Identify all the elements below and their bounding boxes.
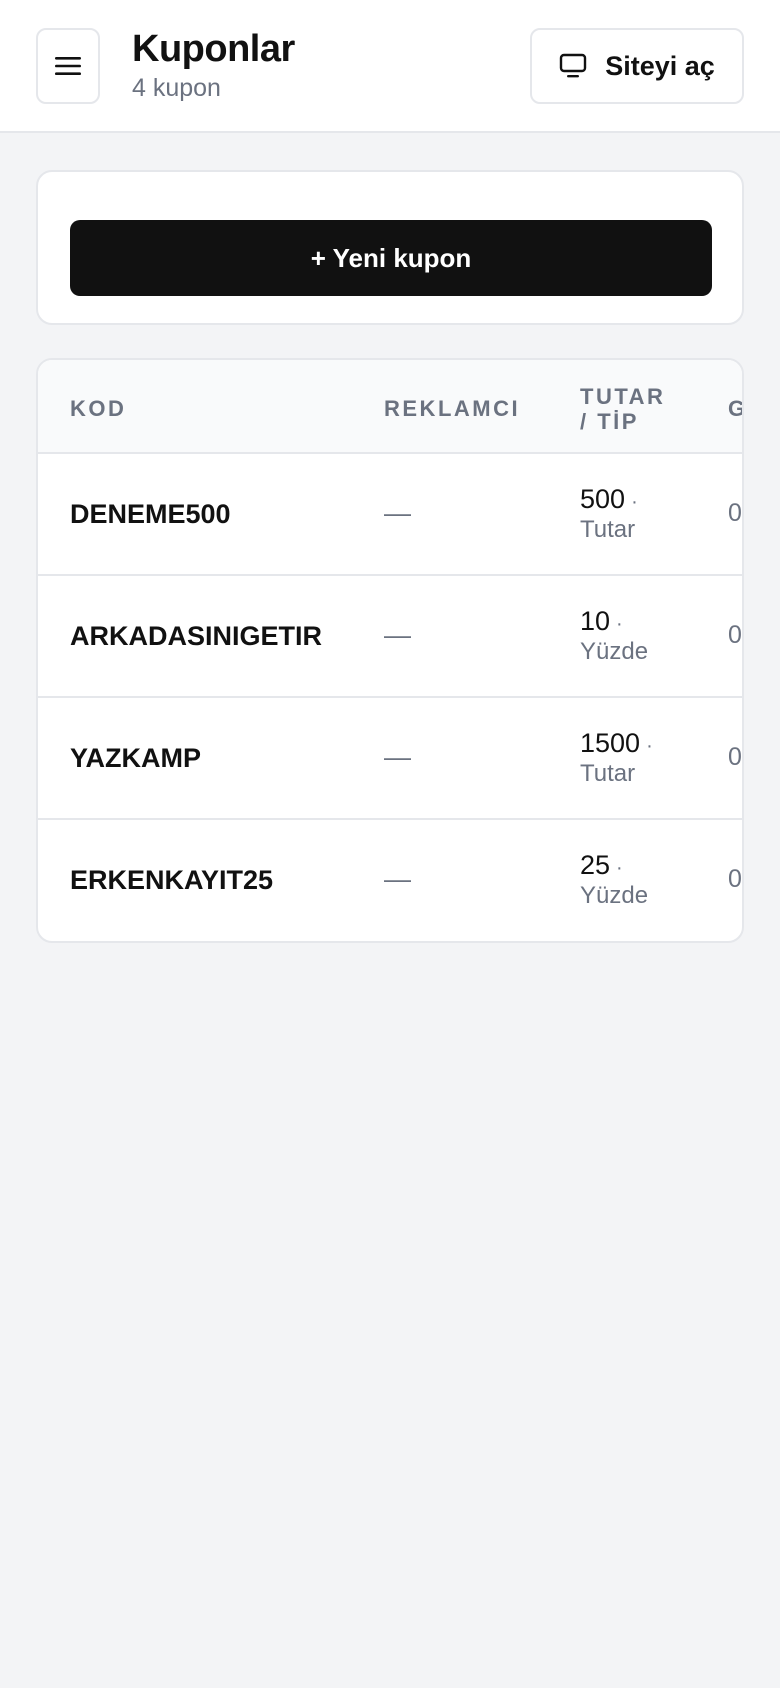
amount-value: 25 [580, 850, 611, 880]
column-header-next: G [728, 396, 742, 421]
column-header-advertiser: REKLAMCI [384, 396, 521, 421]
coupon-advertiser: — [384, 620, 411, 650]
coupon-amount: 10 · [580, 606, 623, 637]
column-header-amount-line2: / TİP [580, 409, 639, 434]
coupon-advertiser: — [384, 864, 411, 894]
coupon-amount: 500 · [580, 484, 638, 515]
coupon-type: Yüzde [580, 638, 649, 665]
coupon-type: Tutar [580, 516, 636, 543]
coupon-next-value: 0 [728, 865, 742, 893]
column-header-amount-line1: TUTAR [580, 384, 666, 409]
table-row[interactable]: YAZKAMP — 1500 · Tutar 0 [38, 698, 742, 820]
amount-separator: · [616, 613, 623, 635]
coupon-next-value: 0 [728, 499, 742, 527]
amount-value: 1500 [580, 728, 641, 758]
coupon-code: DENEME500 [70, 499, 231, 529]
coupon-code: ARKADASINIGETIR [70, 621, 323, 651]
monitor-icon [560, 53, 587, 78]
open-site-button[interactable]: Siteyi aç [530, 28, 744, 104]
coupon-amount: 1500 · [580, 728, 653, 759]
table-row[interactable]: DENEME500 — 500 · Tutar 0 [38, 454, 742, 576]
coupon-type: Tutar [580, 760, 636, 787]
column-header-code: KOD [70, 396, 127, 421]
coupons-table: KOD REKLAMCI TUTAR / TİP G DENEME500 — 5… [36, 358, 744, 943]
menu-button[interactable] [36, 28, 100, 104]
new-coupon-card: + Yeni kupon [36, 170, 744, 325]
page-header: Kuponlar 4 kupon Siteyi aç [0, 0, 780, 133]
hamburger-icon [55, 57, 81, 75]
amount-value: 500 [580, 484, 626, 514]
amount-value: 10 [580, 606, 611, 636]
amount-separator: · [616, 857, 623, 879]
new-coupon-button[interactable]: + Yeni kupon [70, 220, 712, 296]
coupon-count: 4 kupon [132, 74, 221, 102]
coupon-next-value: 0 [728, 621, 742, 649]
coupon-code: YAZKAMP [70, 743, 202, 773]
coupon-type: Yüzde [580, 882, 649, 909]
table-header: KOD REKLAMCI TUTAR / TİP G [38, 360, 742, 454]
amount-separator: · [631, 491, 638, 513]
coupon-advertiser: — [384, 498, 411, 528]
coupon-advertiser: — [384, 742, 411, 772]
table-row[interactable]: ARKADASINIGETIR — 10 · Yüzde 0 [38, 576, 742, 698]
page-title: Kuponlar [132, 28, 295, 70]
table-row[interactable]: ERKENKAYIT25 — 25 · Yüzde 0 [38, 820, 742, 941]
coupon-amount: 25 · [580, 850, 623, 881]
open-site-label: Siteyi aç [605, 50, 715, 81]
coupon-next-value: 0 [728, 743, 742, 771]
coupon-code: ERKENKAYIT25 [70, 865, 274, 895]
column-header-amount-type: TUTAR / TİP [580, 384, 665, 434]
amount-separator: · [646, 735, 653, 757]
